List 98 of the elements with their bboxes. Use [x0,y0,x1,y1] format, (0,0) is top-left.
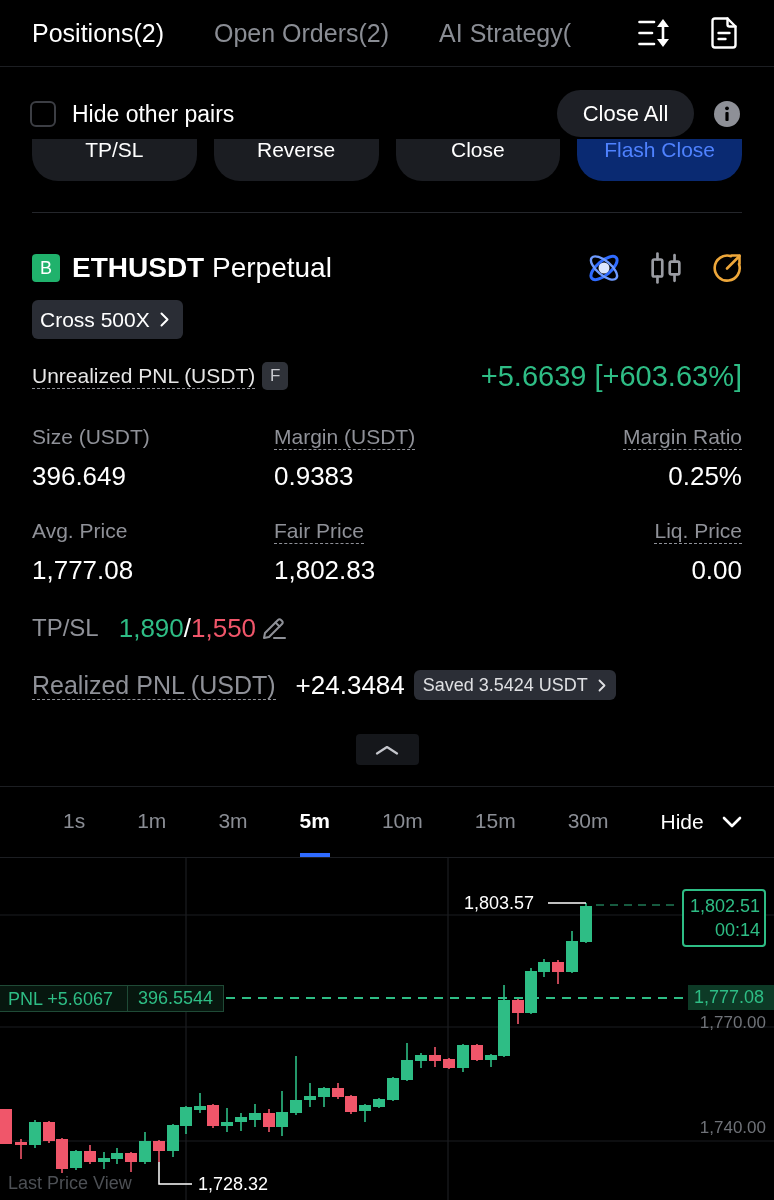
document-icon[interactable] [710,17,738,49]
candle [580,902,592,944]
candle [318,1086,330,1108]
chevron-down-icon [721,816,742,828]
stat-label: Liq. Price [654,519,742,544]
sort-icon[interactable] [638,18,670,48]
realized-pnl-label[interactable]: Realized PNL (USDT) [32,670,276,700]
candle [235,1112,247,1132]
candle [98,1151,110,1170]
tp-sl-prices: 1,890/1,550 [118,612,257,644]
position-size: 396.5544 [127,986,223,1011]
stat-label: Margin Ratio [622,425,742,450]
stat-value: 0.25% [668,461,742,491]
tab[interactable]: Positions(2) [32,18,164,48]
stat-value: 396.649 [32,461,126,491]
candle [552,959,564,985]
candle [566,930,578,974]
candle [345,1094,357,1115]
stat-value: 1,802.83 [274,555,376,585]
stat-label: Margin (USDT) [274,425,416,450]
position-pnl: PNL +5.6067 [7,988,114,1009]
candle [221,1107,233,1133]
action-button[interactable]: Flash Close [577,139,742,181]
candle [429,1046,441,1068]
close-all-button[interactable]: Close All [557,90,694,137]
candle [443,1057,455,1070]
high-price-leader [547,902,587,904]
checkbox[interactable] [30,100,56,127]
candle [139,1131,151,1165]
candle [359,1103,371,1123]
timeframe-tab[interactable]: 10m [381,787,423,857]
candle [70,1149,82,1171]
last-price: 1,802.51 [689,895,760,918]
margin-mode-button[interactable]: Cross 500X [32,300,183,339]
timeframe-tab[interactable]: 1m [137,787,167,857]
chevron-up-icon [375,744,399,755]
candlestick-icon[interactable] [650,252,682,284]
low-price-label: 1,728.32 [198,1174,269,1194]
candle [415,1052,427,1069]
candle [332,1082,344,1100]
candle [167,1123,179,1158]
chevron-right-icon [159,312,169,327]
candle [457,1043,469,1073]
candle [194,1092,206,1114]
candle [387,1076,399,1102]
candle [249,1103,261,1128]
candle [373,1097,385,1109]
candle [290,1055,302,1116]
timeframe-tab[interactable]: 30m [567,787,609,857]
timeframe-tab[interactable]: 15m [474,787,516,857]
candle [401,1042,413,1082]
contract-title: ETHUSDT Perpetual [72,251,332,285]
candle [153,1139,165,1163]
stat-label: Avg. Price [32,519,128,544]
candle [180,1105,192,1135]
high-price-label: 1,803.57 [464,893,535,913]
stat-value: 0.00 [691,555,742,585]
tp-sl-label: TP/SL [32,614,99,642]
share-icon[interactable] [712,253,742,283]
unrealized-pnl-value: +5.6639 [+603.63%] [480,360,742,392]
price-axis-label: 1,770.00 [699,1013,766,1033]
timeframe-tab[interactable]: 1s [63,787,86,857]
stat-label: Size (USDT) [32,425,150,450]
stat-label: Fair Price [274,519,364,544]
unrealized-pnl-label[interactable]: Unrealized PNL (USDT) [32,363,256,389]
checkbox-label[interactable]: Hide other pairs [72,99,235,128]
info-icon[interactable] [714,100,740,127]
candle [111,1147,123,1165]
low-price-leader [158,1161,193,1185]
realized-pnl-value: +24.3484 [295,669,405,701]
candle [207,1103,219,1129]
timeframe-tab[interactable]: 3m [218,787,248,857]
saved-amount-button[interactable]: Saved 3.5424 USDT [413,670,616,700]
candle [125,1151,137,1173]
side-badge: B [32,254,60,282]
price-axis-label: 1,740.00 [699,1118,766,1138]
hide-chart-button[interactable]: Hide [660,787,742,857]
chevron-right-icon [597,678,606,692]
position-pnl-tag[interactable]: PNL +5.6067 396.5544 [0,985,224,1012]
stat-value: 1,777.08 [32,555,134,585]
candle [15,1138,27,1160]
tab[interactable]: Open Orders(2) [214,18,390,48]
collapse-button[interactable] [355,734,419,765]
candle [29,1119,41,1149]
tab[interactable]: AI Strategy( [439,18,572,48]
entry-price-tag: 1,777.08 [688,985,774,1010]
candle [471,1043,483,1062]
candle [304,1082,316,1108]
letter-tag: F [262,362,289,390]
pencil-icon[interactable] [262,616,287,640]
timeframe-tab[interactable]: 5m [299,787,330,857]
candle-countdown: 00:14 [714,919,760,942]
action-button[interactable]: TP/SL [32,139,197,181]
action-button[interactable]: Close [395,139,561,181]
candle [0,1108,12,1145]
action-button[interactable]: Reverse [213,139,379,181]
stat-value: 0.9383 [274,461,354,491]
candle [84,1144,96,1165]
